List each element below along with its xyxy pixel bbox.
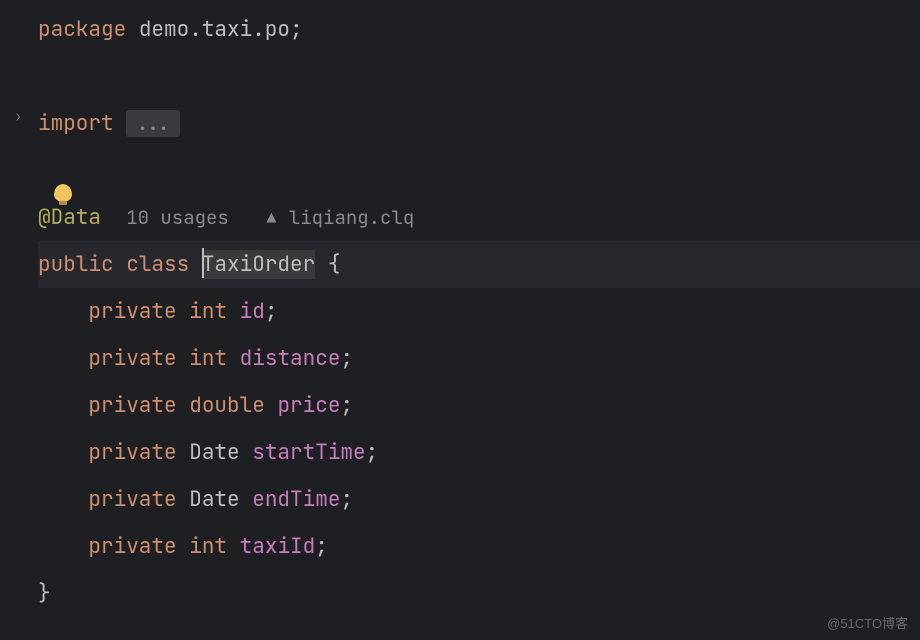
package-path: demo.taxi.po: [139, 16, 290, 43]
text-cursor: [202, 248, 204, 278]
type-double: double: [189, 392, 265, 419]
line-field-starttime: private Date startTime;: [38, 429, 920, 476]
semicolon: ;: [340, 345, 353, 372]
keyword-private: private: [88, 533, 176, 560]
semicolon: ;: [340, 392, 353, 419]
field-taxiid: taxiId: [240, 533, 316, 560]
line-field-endtime: private Date endTime;: [38, 476, 920, 523]
line-field-distance: private int distance;: [38, 335, 920, 382]
annotation-data: @Data: [38, 204, 101, 231]
lightbulb-icon[interactable]: [54, 184, 72, 202]
semicolon: ;: [290, 16, 303, 43]
type-date: Date: [189, 486, 239, 513]
usages-inlay[interactable]: 10 usages: [126, 205, 229, 230]
type-date: Date: [189, 439, 239, 466]
semicolon: ;: [265, 298, 278, 325]
keyword-private: private: [88, 439, 176, 466]
field-starttime: startTime: [252, 439, 365, 466]
person-icon: ▲: [267, 208, 277, 229]
keyword-class: class: [126, 251, 189, 278]
semicolon: ;: [340, 486, 353, 513]
keyword-public: public: [38, 251, 114, 278]
author-inlay[interactable]: liqiang.clq: [289, 205, 414, 230]
type-int: int: [189, 298, 227, 325]
code-content[interactable]: package demo.taxi.po; import ... @Data 1…: [38, 0, 920, 640]
field-id: id: [240, 298, 265, 325]
type-int: int: [189, 345, 227, 372]
type-int: int: [189, 533, 227, 560]
folded-imports[interactable]: ...: [126, 110, 180, 137]
field-distance: distance: [240, 345, 341, 372]
brace-open: {: [328, 251, 341, 278]
class-name: TaxiOrder: [202, 250, 315, 279]
line-annotation: @Data 10 usages ▲ liqiang.clq: [38, 194, 920, 241]
field-endtime: endTime: [252, 486, 340, 513]
keyword-private: private: [88, 345, 176, 372]
line-field-id: private int id;: [38, 288, 920, 335]
semicolon: ;: [315, 533, 328, 560]
line-empty: [38, 53, 920, 100]
brace-close: }: [38, 580, 51, 607]
keyword-private: private: [88, 486, 176, 513]
line-field-price: private double price;: [38, 382, 920, 429]
fold-chevron-icon[interactable]: ›: [14, 108, 22, 126]
line-package: package demo.taxi.po;: [38, 6, 920, 53]
semicolon: ;: [366, 439, 379, 466]
field-price: price: [277, 392, 340, 419]
code-editor[interactable]: › package demo.taxi.po; import ... @Data…: [0, 0, 920, 640]
keyword-package: package: [38, 16, 126, 43]
line-brace-close: }: [38, 570, 920, 617]
line-field-taxiid: private int taxiId;: [38, 523, 920, 570]
keyword-private: private: [88, 298, 176, 325]
watermark: @51CTO博客: [827, 613, 908, 632]
line-class-decl: public class TaxiOrder {: [38, 241, 920, 288]
keyword-private: private: [88, 392, 176, 419]
line-import: import ...: [38, 100, 920, 147]
keyword-import: import: [38, 110, 114, 137]
line-empty: [38, 147, 920, 194]
gutter: ›: [0, 0, 38, 640]
